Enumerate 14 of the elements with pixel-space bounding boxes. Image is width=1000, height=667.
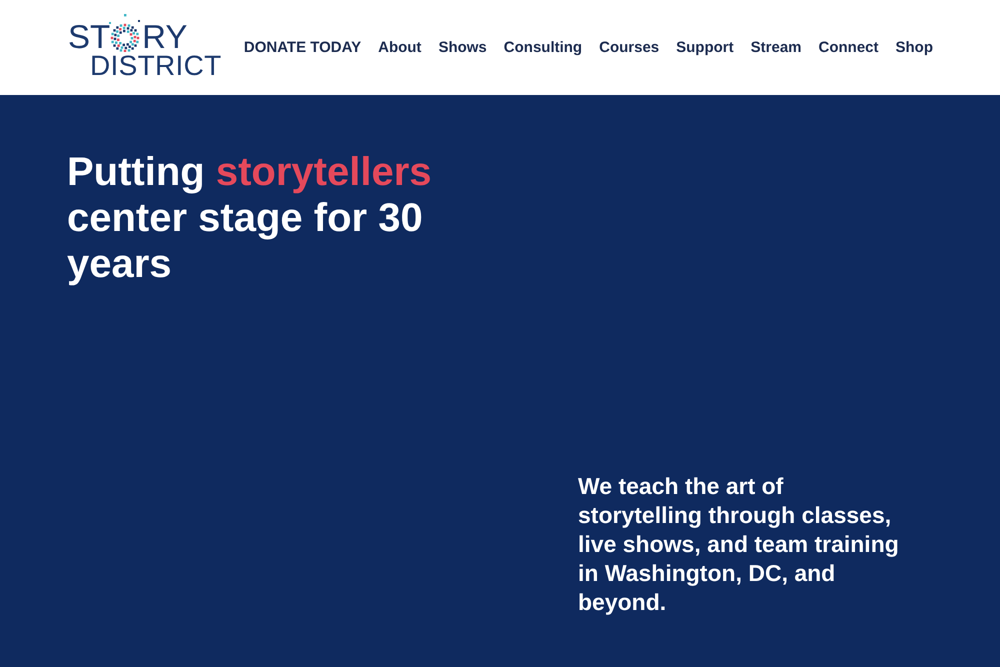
nav-link[interactable]: Shop bbox=[896, 39, 933, 56]
logo-text: RY bbox=[142, 22, 188, 52]
nav-link[interactable]: Stream bbox=[750, 39, 802, 56]
nav-link[interactable]: About bbox=[378, 39, 422, 56]
logo-text: DISTRICT bbox=[90, 52, 222, 80]
hero-text: We teach the art of storytelling through classes, live shows, and team training in Washington, DC, and beyond. bbox=[578, 472, 900, 617]
nav-link[interactable]: Support bbox=[676, 39, 734, 56]
nav-link[interactable]: Connect bbox=[818, 39, 878, 56]
nav-link[interactable]: Shows bbox=[438, 39, 487, 56]
nav-link[interactable]: Consulting bbox=[504, 39, 582, 56]
logo-text: ST bbox=[68, 22, 110, 52]
hero-heading: Putting storytellers center stage for 30 years bbox=[67, 149, 433, 287]
nav-link[interactable]: DONATE TODAY bbox=[244, 39, 362, 56]
nav-link[interactable]: Courses bbox=[599, 39, 660, 56]
